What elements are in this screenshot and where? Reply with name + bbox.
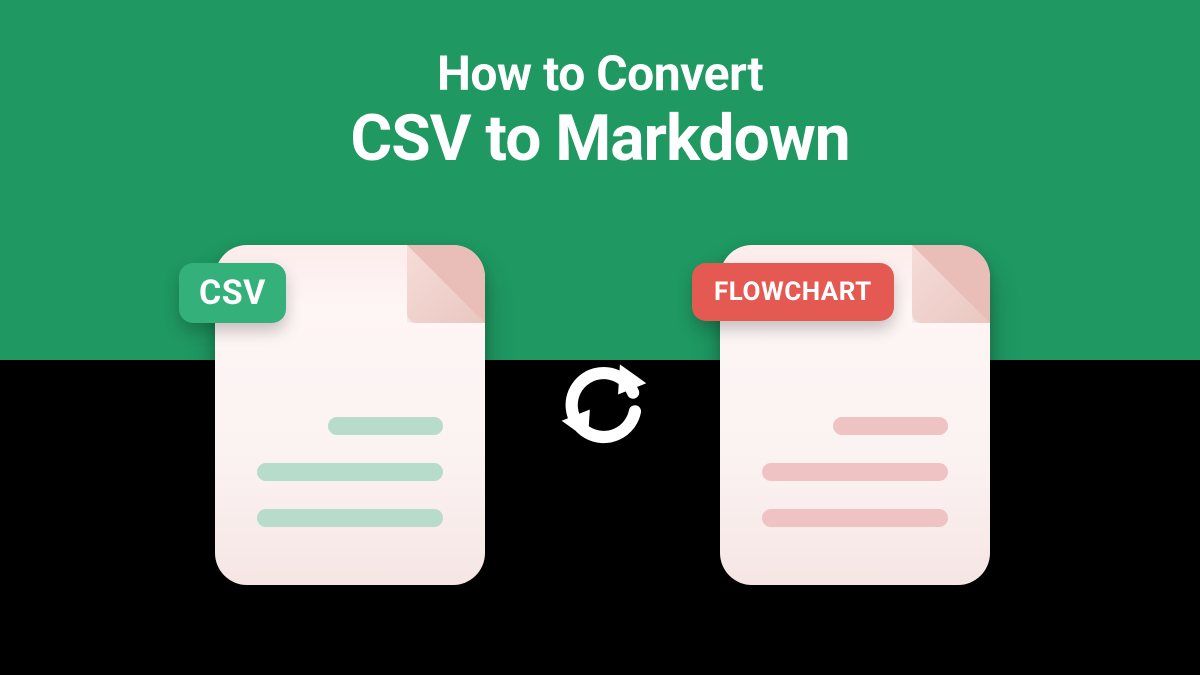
dog-ear-icon <box>407 245 485 323</box>
canvas: How to Convert CSV to Markdown CSV FLOWC… <box>0 0 1200 675</box>
document-lines <box>257 417 443 527</box>
title-block: How to Convert CSV to Markdown <box>0 48 1200 172</box>
document-flowchart: FLOWCHART <box>720 245 990 585</box>
dog-ear-icon <box>912 245 990 323</box>
text-line <box>762 463 948 481</box>
title-line-1: How to Convert <box>0 48 1200 101</box>
document-csv: CSV <box>215 245 485 585</box>
document-lines <box>762 417 948 527</box>
text-line <box>762 509 948 527</box>
convert-arrows-icon <box>556 355 650 449</box>
flowchart-badge: FLOWCHART <box>692 263 894 321</box>
text-line <box>328 417 443 435</box>
csv-badge: CSV <box>179 263 286 323</box>
title-line-2: CSV to Markdown <box>0 105 1200 172</box>
text-line <box>257 463 443 481</box>
text-line <box>257 509 443 527</box>
text-line <box>833 417 948 435</box>
